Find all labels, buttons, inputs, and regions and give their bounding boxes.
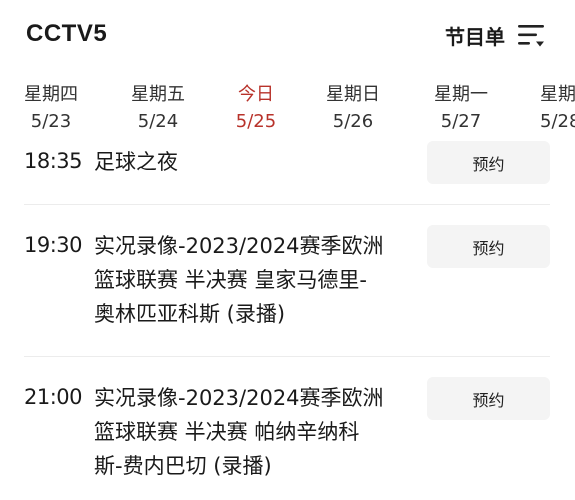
- program-title-line: 奥林匹亚科斯 (录播): [94, 302, 286, 326]
- program-list-label: 节目单: [445, 24, 505, 49]
- program-title-line: 足球之夜: [94, 150, 178, 174]
- day-tab-date: 5/27: [440, 111, 482, 132]
- day-tab-weekday: 星期日: [326, 84, 380, 105]
- program-title: 实况录像-2023/2024赛季欧洲 篮球联赛 半决赛 帕纳辛纳科 斯-费内巴切…: [94, 381, 416, 483]
- day-tab-weekday: 星期二: [540, 84, 575, 105]
- day-tab-date: 5/23: [30, 111, 72, 132]
- program-title-line: 实况录像-2023/2024赛季欧洲: [94, 386, 384, 410]
- channel-title: CCTV5: [26, 20, 108, 47]
- day-tab-weekday: 星期一: [434, 84, 488, 105]
- program-title: 实况录像-2023/2024赛季欧洲 篮球联赛 半决赛 皇家马德里- 奥林匹亚科…: [94, 229, 416, 331]
- day-tab[interactable]: 星期日 5/26: [308, 82, 398, 136]
- header: CCTV5 节目单: [0, 0, 575, 68]
- program-title: 足球之夜: [94, 145, 416, 179]
- reserve-button[interactable]: 预约: [427, 225, 550, 268]
- day-tab-date: 5/26: [332, 111, 374, 132]
- program-list-button[interactable]: 节目单: [445, 19, 545, 51]
- program-row: 21:00 实况录像-2023/2024赛季欧洲 篮球联赛 半决赛 帕纳辛纳科 …: [0, 357, 575, 500]
- day-tab-date: 5/28: [540, 111, 575, 132]
- program-row: 18:35 足球之夜 预约: [0, 140, 575, 205]
- program-title-line: 实况录像-2023/2024赛季欧洲: [94, 234, 384, 258]
- day-tab[interactable]: 星期一 5/27: [416, 82, 506, 136]
- day-tab[interactable]: 星期二 5/28: [524, 82, 575, 136]
- program-time: 21:00: [24, 385, 83, 409]
- program-time: 19:30: [24, 233, 83, 257]
- program-guide-screen: CCTV5 节目单 星期四 5/23 星期五 5/24 今日 5/25 星期日 …: [0, 0, 575, 500]
- program-title-line: 斯-费内巴切 (录播): [94, 454, 272, 478]
- program-title-line: 篮球联赛 半决赛 帕纳辛纳科: [94, 420, 360, 444]
- menu-list-icon: [518, 25, 544, 47]
- reserve-button[interactable]: 预约: [427, 141, 550, 184]
- reserve-button[interactable]: 预约: [427, 377, 550, 420]
- program-title-line: 篮球联赛 半决赛 皇家马德里-: [94, 268, 367, 292]
- day-tab[interactable]: 星期四 5/23: [6, 82, 96, 136]
- day-tab-weekday: 星期五: [131, 84, 185, 105]
- day-tab-date: 5/25: [235, 111, 277, 132]
- day-tab-weekday: 星期四: [24, 84, 78, 105]
- day-tab-today[interactable]: 今日 5/25: [211, 82, 301, 136]
- program-list: 18:35 足球之夜 预约 19:30 实况录像-2023/2024赛季欧洲 篮…: [0, 140, 575, 500]
- program-time: 18:35: [24, 149, 83, 173]
- day-tabs: 星期四 5/23 星期五 5/24 今日 5/25 星期日 5/26 星期一 5…: [0, 82, 575, 140]
- day-tab[interactable]: 星期五 5/24: [113, 82, 203, 136]
- day-tab-date: 5/24: [137, 111, 179, 132]
- program-row: 19:30 实况录像-2023/2024赛季欧洲 篮球联赛 半决赛 皇家马德里-…: [0, 205, 575, 356]
- day-tab-weekday: 今日: [238, 84, 274, 105]
